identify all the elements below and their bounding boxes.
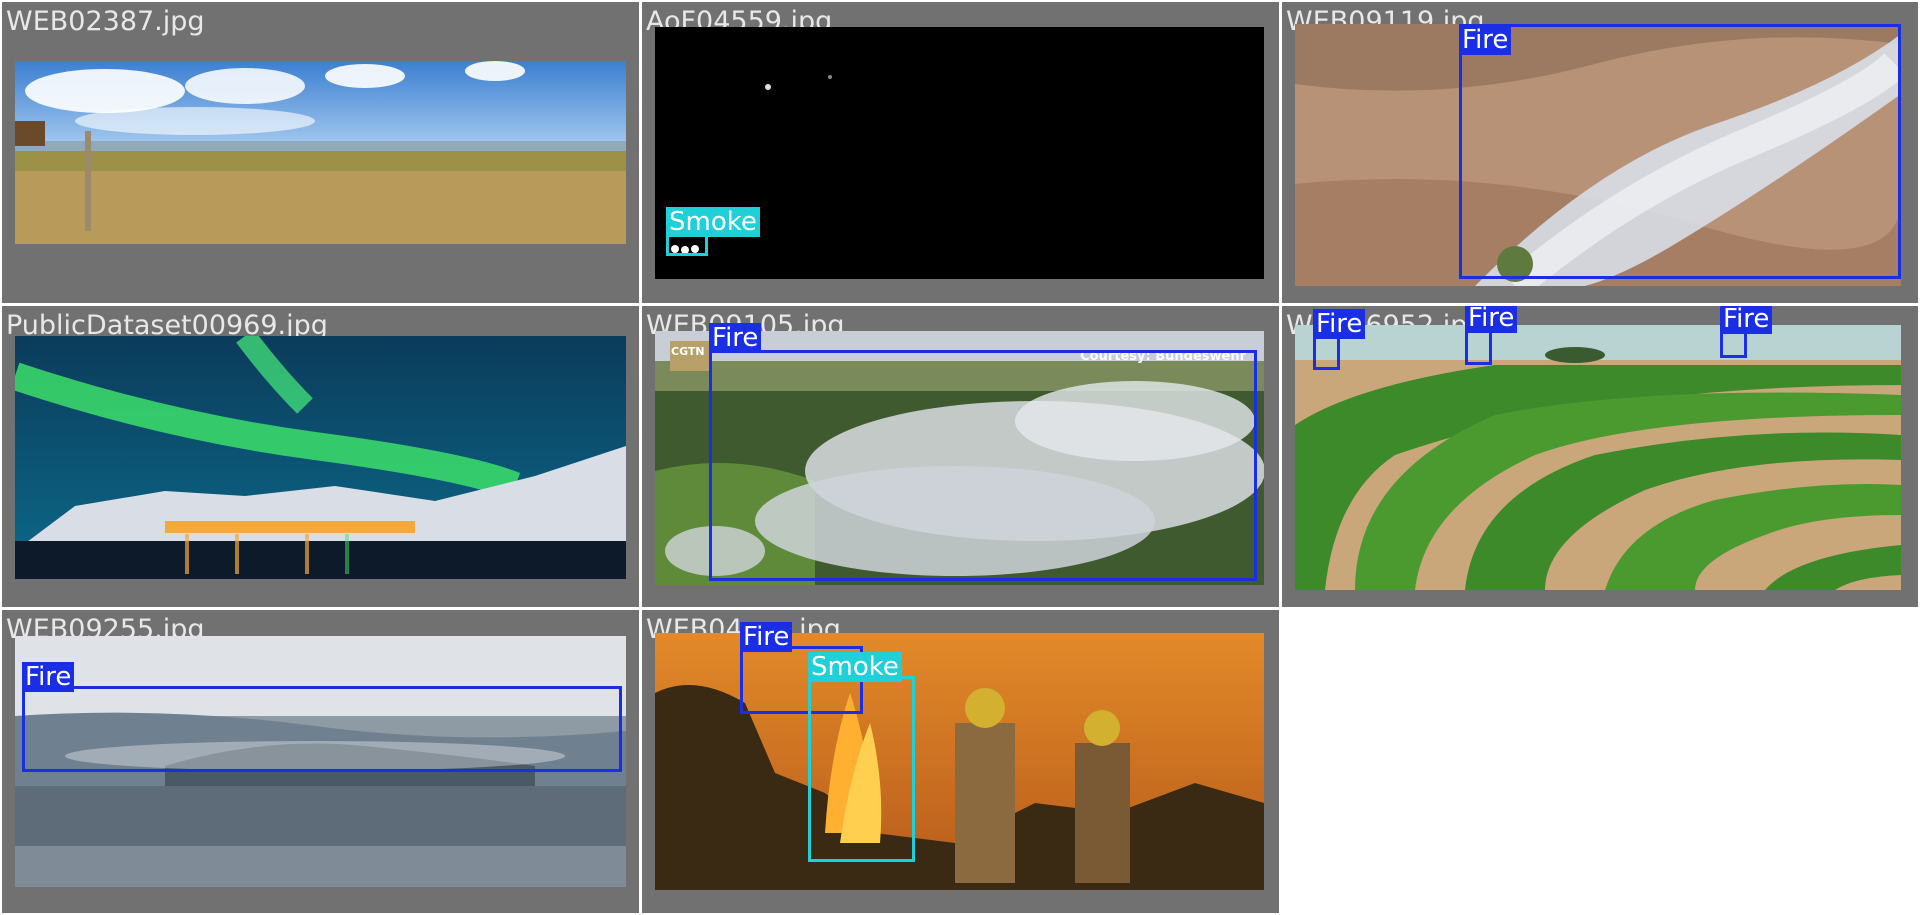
fire-bounding-box <box>1459 24 1901 279</box>
grid-cell-3: WEB09119.jpg Fire <box>1282 2 1918 303</box>
fire-bounding-box <box>709 350 1257 581</box>
grid-cell-1: WEB02387.jpg <box>2 2 639 303</box>
fire-label: Fire <box>740 622 793 652</box>
grid-cell-4: PublicDataset00969.jpg <box>2 306 639 607</box>
fire-bounding-box <box>1465 328 1492 365</box>
thumbnail-night-dark <box>655 27 1264 279</box>
fire-label: Fire <box>1720 306 1773 334</box>
grid-cell-8: WEB04xxx.jpg Fire Smoke <box>642 610 1279 913</box>
fire-label: Fire <box>1459 25 1512 55</box>
cgtn-logo-text: CGTN <box>671 345 705 358</box>
fire-label: Fire <box>22 662 75 692</box>
thumbnail-crop-field <box>1295 325 1901 590</box>
thumbnail-aurora <box>15 336 626 579</box>
grid-cell-6: WEB06952.jpg Fire Fire Fire <box>1282 306 1918 607</box>
grid-cell-5: WEB09105.jpg CGTN Courtesy: Bundeswehr F… <box>642 306 1279 607</box>
fire-bounding-box <box>22 686 622 772</box>
fire-label: Fire <box>709 323 762 353</box>
thumbnail-beach-landscape <box>15 61 626 244</box>
smoke-label: Smoke <box>808 652 902 682</box>
smoke-bounding-box <box>808 676 915 862</box>
fire-label: Fire <box>1313 309 1366 339</box>
grid-cell-7: WEB09255.jpg Fire <box>2 610 639 913</box>
empty-grid-slot <box>1280 610 1920 915</box>
filename-label: WEB02387.jpg <box>6 6 205 37</box>
grid-cell-2: AoF04559.jpg Smoke <box>642 2 1279 303</box>
fire-label: Fire <box>1465 306 1518 333</box>
smoke-label: Smoke <box>666 207 760 237</box>
